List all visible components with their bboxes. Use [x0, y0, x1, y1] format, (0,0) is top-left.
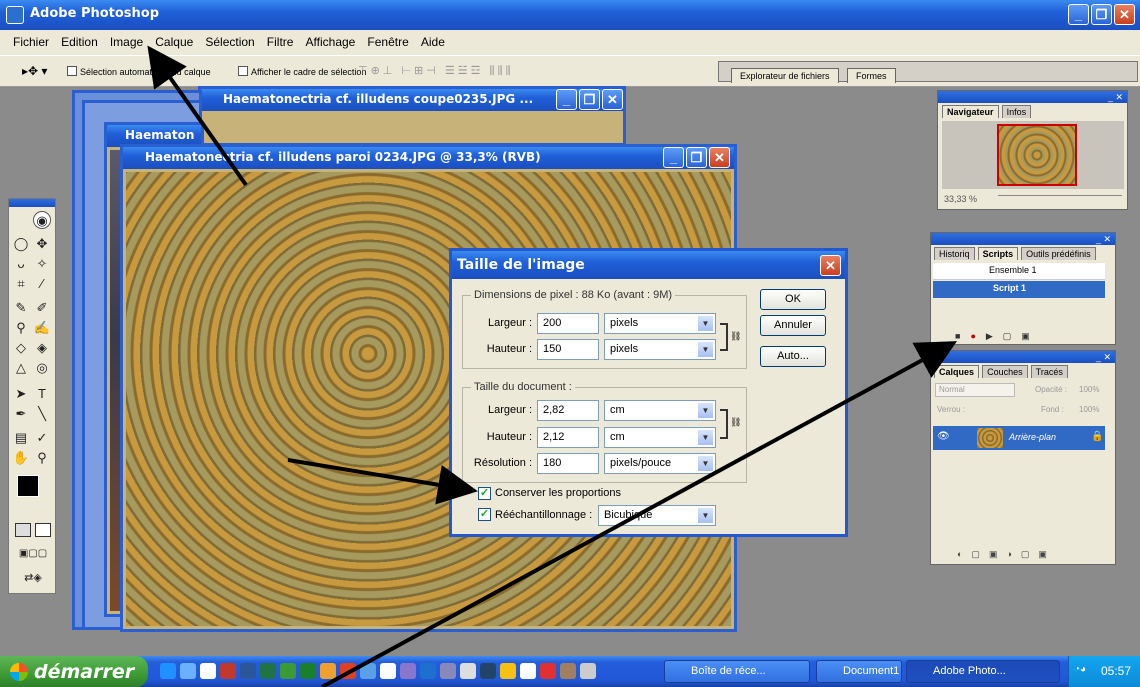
arrow-to-constrain-checkbox — [287, 458, 478, 505]
arrow-to-image-menu — [147, 45, 248, 187]
annotation-arrows — [147, 45, 958, 687]
arrow-to-script-panel — [321, 341, 958, 687]
